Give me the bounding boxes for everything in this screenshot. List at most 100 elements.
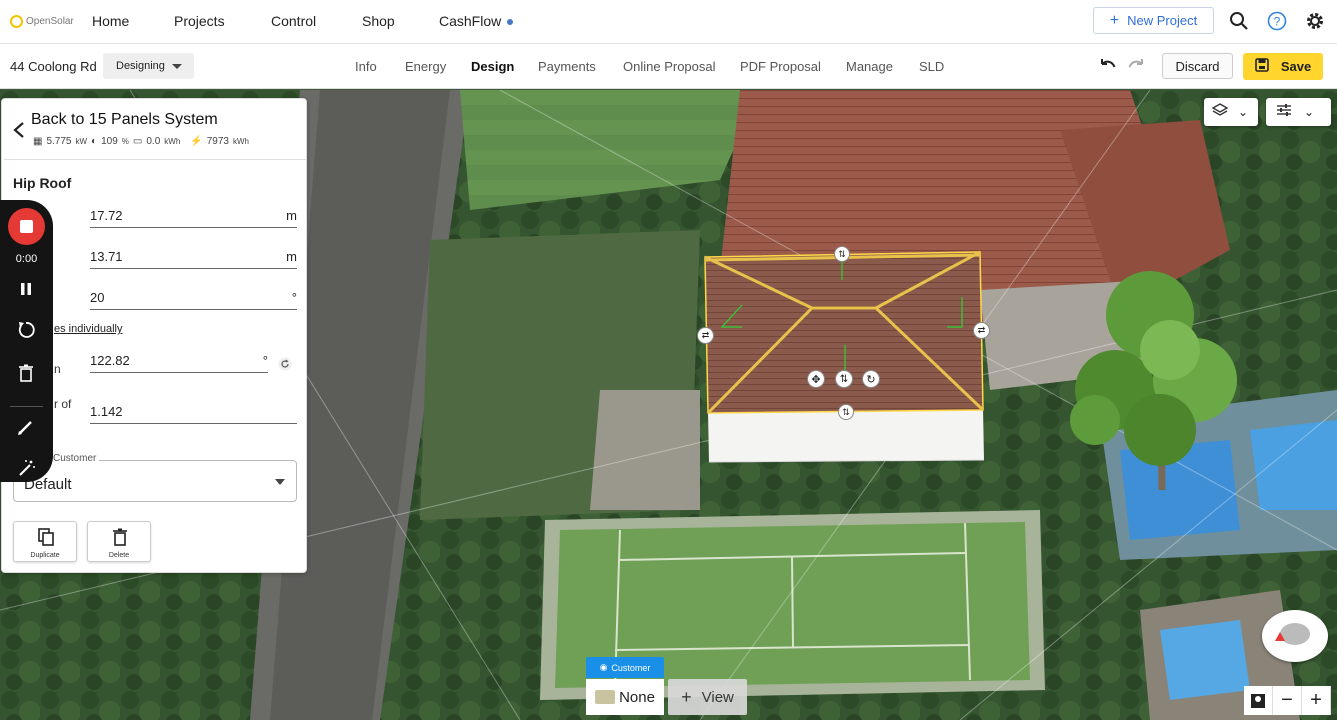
width-value: 13.71 [90, 249, 123, 264]
project-address: 44 Coolong Rd [10, 59, 97, 74]
delete-button[interactable]: Delete [87, 521, 151, 562]
tab-info[interactable]: Info [355, 59, 377, 74]
reset-azimuth-icon[interactable] [278, 357, 292, 371]
divider [10, 406, 43, 407]
chevron-down-icon: ⌄ [1238, 105, 1249, 119]
roof-handle-top[interactable]: ⇅ [834, 246, 850, 262]
project-status-select[interactable]: Designing [103, 53, 194, 79]
move-icon[interactable]: ✥ [807, 370, 825, 388]
back-arrow-icon[interactable] [12, 121, 26, 138]
pause-icon[interactable] [16, 279, 36, 299]
factor-label: r of [54, 397, 72, 411]
tab-online-proposal[interactable]: Online Proposal [623, 59, 716, 74]
width-field[interactable]: 13.71 m [90, 247, 297, 269]
nav-cashflow[interactable]: CashFlow [439, 13, 514, 29]
discard-button[interactable]: Discard [1162, 53, 1233, 79]
tab-pdf-proposal[interactable]: PDF Proposal [740, 59, 821, 74]
zoom-out-button[interactable]: − [1273, 686, 1302, 715]
project-status-value: Designing [116, 60, 165, 72]
azimuth-unit: ° [262, 353, 268, 368]
nav-home[interactable]: Home [92, 13, 129, 29]
duplicate-button[interactable]: Duplicate [13, 521, 77, 562]
height-adjust-icon[interactable]: ⇅ [835, 370, 853, 388]
factor-field[interactable]: 1.142 [90, 402, 297, 424]
offset-icon: ◐ [91, 136, 98, 147]
customer-select[interactable]: Customer Default [13, 453, 297, 502]
new-project-button[interactable]: + New Project [1093, 7, 1214, 34]
opensolar-logo[interactable]: OpenSolar [10, 15, 82, 28]
azimuth-value: 122.82 [90, 353, 130, 368]
length-field[interactable]: 17.72 m [90, 206, 297, 228]
layers-control[interactable]: ⌄ [1204, 98, 1258, 126]
add-view-button[interactable]: + View [668, 679, 747, 715]
magic-wand-icon[interactable] [16, 458, 36, 478]
settings-gear-icon[interactable] [1304, 10, 1326, 32]
panel-grid-icon: ▦ [33, 136, 43, 147]
none-view-button[interactable]: None [586, 679, 664, 715]
roof-handle-left[interactable]: ⇄ [697, 327, 714, 344]
tab-payments[interactable]: Payments [538, 59, 596, 74]
dropdown-caret-icon [275, 479, 285, 485]
duplicate-icon [36, 527, 56, 547]
stat-battery-unit: kWh [164, 137, 181, 146]
duplicate-label: Duplicate [30, 552, 60, 559]
zoom-in-button[interactable]: + [1302, 686, 1331, 715]
stop-recording-button[interactable] [8, 208, 45, 245]
rotate-icon[interactable]: ↻ [862, 370, 880, 388]
delete-label: Delete [108, 552, 130, 559]
roof-handle-right[interactable]: ⇄ [973, 322, 990, 339]
panel-title[interactable]: Back to 15 Panels System [31, 111, 218, 129]
nav-cashflow-label: CashFlow [439, 13, 502, 29]
trash-icon[interactable] [16, 363, 36, 383]
tab-sld[interactable]: SLD [919, 59, 944, 74]
hip-roof-model [704, 250, 985, 463]
pencil-icon[interactable] [16, 417, 36, 437]
battery-icon: ▭ [132, 136, 143, 147]
slope-value: 20 [90, 290, 105, 305]
trash-icon [110, 527, 130, 547]
notification-dot [507, 19, 514, 26]
divider [4, 159, 306, 160]
redo-icon[interactable] [1126, 56, 1146, 76]
nav-control[interactable]: Control [271, 13, 316, 29]
system-stats: ▦ 5.775 kW ◐ 109% ▭ 0.0 kWh ⚡ 7973 kWh [33, 136, 249, 147]
factor-value: 1.142 [90, 404, 123, 419]
undo-icon[interactable] [1098, 56, 1118, 76]
width-unit: m [286, 249, 297, 264]
customer-select-label: Customer [50, 453, 100, 464]
roof-handle-bottom[interactable]: ⇅ [838, 404, 854, 420]
stat-battery: 0.0 [146, 136, 161, 147]
plus-icon: + [1109, 11, 1120, 29]
recording-timer: 0:00 [15, 253, 38, 265]
tab-design[interactable]: Design [471, 59, 514, 74]
svg-text:?: ? [1274, 15, 1281, 29]
section-title: Hip Roof [13, 175, 72, 191]
project-toolbar: 44 Coolong Rd Designing Info Energy Desi… [0, 44, 1337, 89]
save-label: Save [1280, 59, 1312, 74]
add-view-label: View [701, 688, 734, 706]
restart-icon[interactable] [16, 320, 36, 340]
tab-energy[interactable]: Energy [405, 59, 446, 74]
compass-icon[interactable] [1262, 610, 1328, 662]
save-icon [1255, 58, 1269, 75]
chevron-down-icon: ⌄ [1304, 105, 1315, 119]
help-icon[interactable]: ? [1266, 10, 1288, 32]
tab-manage[interactable]: Manage [846, 59, 893, 74]
view-settings-control[interactable]: ⌄ [1266, 98, 1331, 126]
chevron-down-icon [172, 64, 182, 69]
save-button[interactable]: Save [1243, 53, 1323, 80]
new-project-label: New Project [1127, 13, 1198, 28]
azimuth-field[interactable]: 122.82 ° [90, 351, 268, 373]
map-thumbnail-icon [595, 690, 616, 704]
street-view-icon[interactable] [1244, 686, 1273, 715]
nav-shop[interactable]: Shop [362, 13, 395, 29]
stat-production-unit: kWh [232, 137, 249, 146]
customer-view-label: Customer [611, 662, 651, 673]
edit-slopes-individually-link[interactable]: es individually [54, 323, 122, 335]
customer-view-tab[interactable]: ◉ Customer [586, 657, 664, 678]
search-icon[interactable] [1228, 10, 1250, 32]
eye-icon: ◉ [599, 662, 608, 672]
nav-projects[interactable]: Projects [174, 13, 225, 29]
slope-field[interactable]: 20 ° [90, 288, 297, 310]
layers-icon [1211, 102, 1229, 122]
